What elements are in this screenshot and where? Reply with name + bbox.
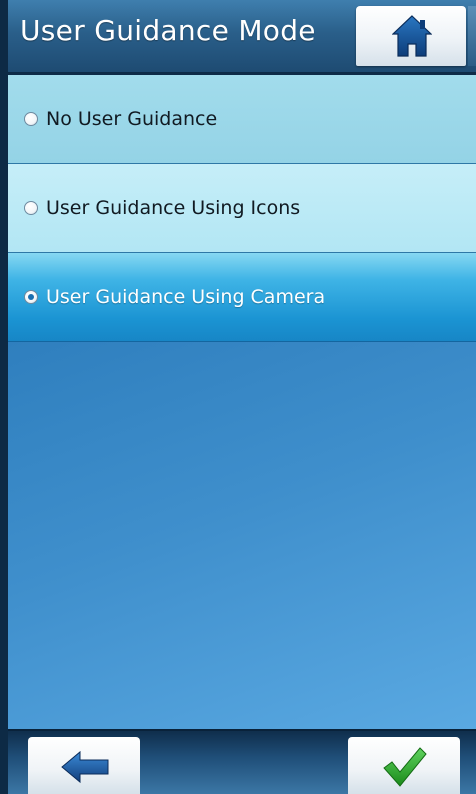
checkmark-icon bbox=[383, 747, 427, 787]
option-label: No User Guidance bbox=[46, 108, 218, 130]
header-bar: User Guidance Mode bbox=[8, 0, 476, 75]
content-area bbox=[8, 342, 476, 729]
back-button[interactable] bbox=[28, 737, 140, 794]
option-label: User Guidance Using Icons bbox=[46, 197, 301, 219]
radio-button-selected[interactable] bbox=[24, 290, 38, 304]
radio-button[interactable] bbox=[24, 201, 38, 215]
option-label: User Guidance Using Camera bbox=[46, 286, 326, 308]
home-icon bbox=[392, 15, 432, 57]
radio-button[interactable] bbox=[24, 112, 38, 126]
back-arrow-icon bbox=[61, 750, 109, 784]
option-no-user-guidance[interactable]: No User Guidance bbox=[8, 75, 476, 164]
header-edge bbox=[468, 6, 476, 66]
option-user-guidance-camera[interactable]: User Guidance Using Camera bbox=[8, 253, 476, 342]
confirm-button[interactable] bbox=[348, 737, 460, 794]
radio-selected-dot bbox=[28, 294, 34, 300]
page-title: User Guidance Mode bbox=[20, 14, 316, 47]
option-user-guidance-icons[interactable]: User Guidance Using Icons bbox=[8, 164, 476, 253]
footer-bar bbox=[8, 729, 476, 794]
screen: User Guidance Mode No User Guidance User… bbox=[8, 0, 476, 794]
home-button[interactable] bbox=[356, 6, 466, 66]
